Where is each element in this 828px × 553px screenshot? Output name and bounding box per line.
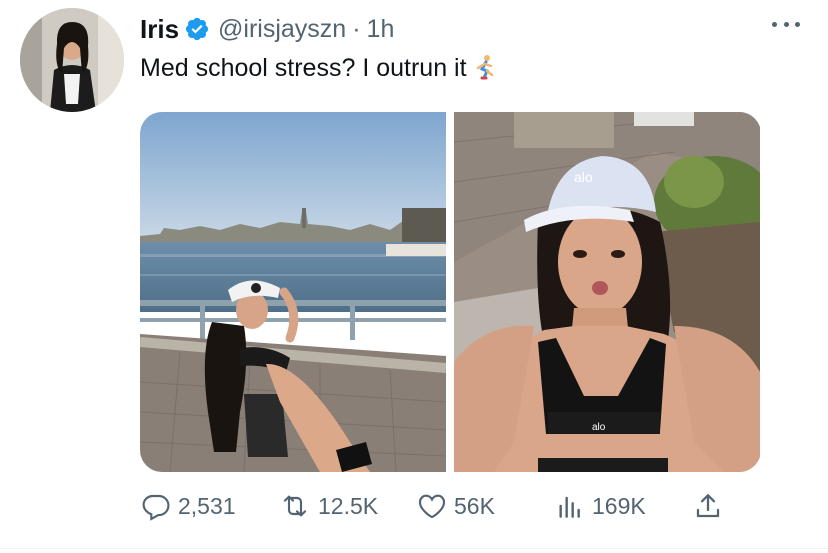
retweet-button[interactable]: 12.5K — [278, 484, 378, 528]
like-button[interactable]: 56K — [416, 484, 495, 528]
reply-icon — [140, 490, 172, 522]
handle[interactable]: @irisjayszn — [218, 15, 346, 44]
tweet-text: Med school stress? I outrun it — [140, 54, 497, 87]
retweet-icon — [278, 490, 312, 522]
timestamp[interactable]: 1h — [367, 15, 395, 44]
verified-badge-icon — [184, 16, 210, 42]
share-button[interactable] — [692, 484, 724, 528]
tweet-media[interactable]: alo alo — [140, 112, 761, 472]
share-icon — [692, 490, 724, 522]
reply-count: 2,531 — [178, 492, 236, 519]
photo-selfie[interactable]: alo alo — [454, 112, 760, 472]
tweet[interactable]: Iris @irisjayszn · 1h Med school stress?… — [0, 0, 828, 553]
runner-emoji-icon — [473, 54, 497, 87]
tweet-header: Iris @irisjayszn · 1h — [140, 12, 394, 46]
heart-icon — [416, 490, 448, 522]
retweet-count: 12.5K — [318, 492, 379, 519]
photo-waterfront[interactable] — [140, 112, 446, 472]
views-count: 169K — [592, 492, 646, 519]
more-options-icon[interactable] — [772, 14, 800, 34]
tweet-actions: 2,531 12.5K 56K 169K — [140, 484, 730, 528]
views-icon — [554, 490, 586, 522]
tweet-text-content: Med school stress? I outrun it — [140, 54, 467, 82]
display-name[interactable]: Iris — [140, 14, 179, 45]
divider — [0, 548, 828, 549]
reply-button[interactable]: 2,531 — [140, 484, 236, 528]
svg-text:alo: alo — [574, 169, 593, 185]
views-button[interactable]: 169K — [554, 484, 646, 528]
like-count: 56K — [454, 492, 495, 519]
avatar[interactable] — [20, 8, 124, 112]
separator-dot: · — [352, 14, 361, 43]
svg-text:alo: alo — [592, 422, 606, 433]
